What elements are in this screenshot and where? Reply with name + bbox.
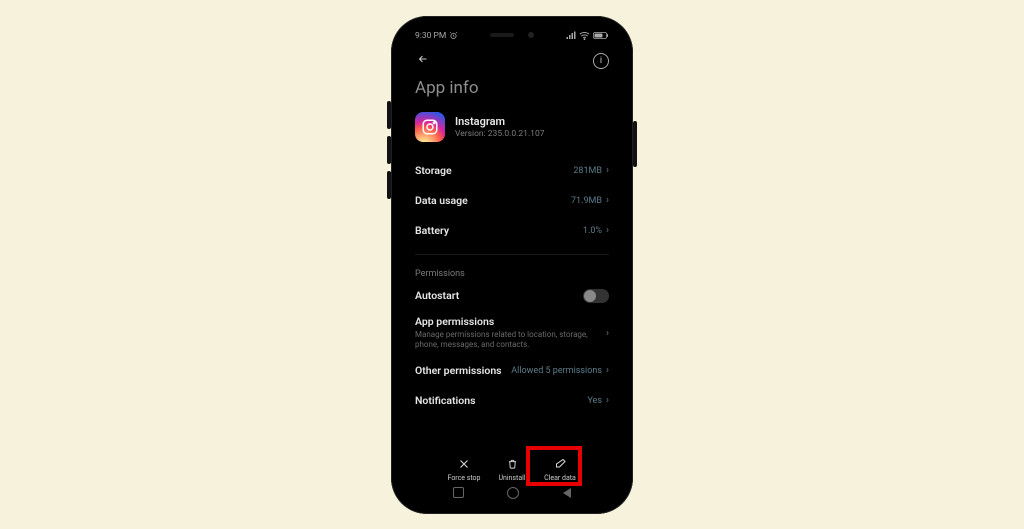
force-stop-button[interactable]: Force stop xyxy=(440,457,488,482)
home-button[interactable] xyxy=(507,487,519,499)
row-battery[interactable]: Battery 1.0% › xyxy=(415,216,609,246)
row-app-permissions[interactable]: App permissions Manage permissions relat… xyxy=(415,311,609,356)
back-button[interactable] xyxy=(415,53,431,69)
signal-icon xyxy=(566,31,576,40)
volume-button xyxy=(387,101,391,129)
section-permissions: Permissions xyxy=(415,254,609,281)
row-label: App permissions xyxy=(415,315,606,328)
row-label: Notifications xyxy=(415,394,475,407)
row-value: 71.9MB xyxy=(571,196,602,206)
chevron-right-icon: › xyxy=(606,395,609,406)
autostart-toggle[interactable] xyxy=(583,289,609,303)
chevron-right-icon: › xyxy=(606,365,609,376)
battery-icon xyxy=(593,31,609,40)
row-data-usage[interactable]: Data usage 71.9MB › xyxy=(415,186,609,216)
back-nav-button[interactable] xyxy=(563,488,571,498)
action-label: Uninstall xyxy=(498,474,525,482)
title-bar: i xyxy=(401,46,623,76)
recents-button[interactable] xyxy=(453,487,464,498)
info-button[interactable]: i xyxy=(593,53,609,69)
chevron-right-icon: › xyxy=(606,165,609,176)
page-title: App info xyxy=(401,76,623,108)
volume-button xyxy=(387,136,391,164)
bottom-action-bar: Force stop Uninstall Clear data xyxy=(401,457,623,482)
row-autostart[interactable]: Autostart xyxy=(415,281,609,311)
status-time: 9:30 PM xyxy=(415,31,446,41)
chevron-right-icon: › xyxy=(606,195,609,206)
annotation-highlight xyxy=(526,446,582,486)
row-other-permissions[interactable]: Other permissions Allowed 5 permissions › xyxy=(415,356,609,386)
phone-frame: 9:30 PM i App xyxy=(391,16,633,514)
row-label: Other permissions xyxy=(415,364,502,377)
chevron-right-icon: › xyxy=(606,328,609,339)
chevron-right-icon: › xyxy=(606,225,609,236)
close-icon xyxy=(458,457,470,471)
row-label: Battery xyxy=(415,224,449,237)
row-value: 281MB xyxy=(573,166,602,176)
row-label: Data usage xyxy=(415,194,468,207)
row-value: Yes xyxy=(587,396,602,406)
notch xyxy=(467,26,557,44)
row-label: Storage xyxy=(415,164,452,177)
volume-button xyxy=(387,171,391,199)
app-header: Instagram Version: 235.0.0.21.107 xyxy=(401,108,623,156)
power-button xyxy=(633,121,637,167)
alarm-icon xyxy=(449,31,458,40)
row-label: Autostart xyxy=(415,289,459,302)
row-value: 1.0% xyxy=(583,226,602,236)
android-nav-bar xyxy=(401,482,623,504)
instagram-icon xyxy=(415,112,445,142)
screen: 9:30 PM i App xyxy=(401,26,623,504)
app-name: Instagram xyxy=(455,115,545,128)
row-subtitle: Manage permissions related to location, … xyxy=(415,330,606,350)
app-version: Version: 235.0.0.21.107 xyxy=(455,129,545,139)
row-storage[interactable]: Storage 281MB › xyxy=(415,156,609,186)
wifi-icon xyxy=(579,31,590,40)
trash-icon xyxy=(507,457,518,471)
row-value: Allowed 5 permissions xyxy=(511,366,602,376)
action-label: Force stop xyxy=(448,474,481,482)
row-notifications[interactable]: Notifications Yes › xyxy=(415,386,609,416)
